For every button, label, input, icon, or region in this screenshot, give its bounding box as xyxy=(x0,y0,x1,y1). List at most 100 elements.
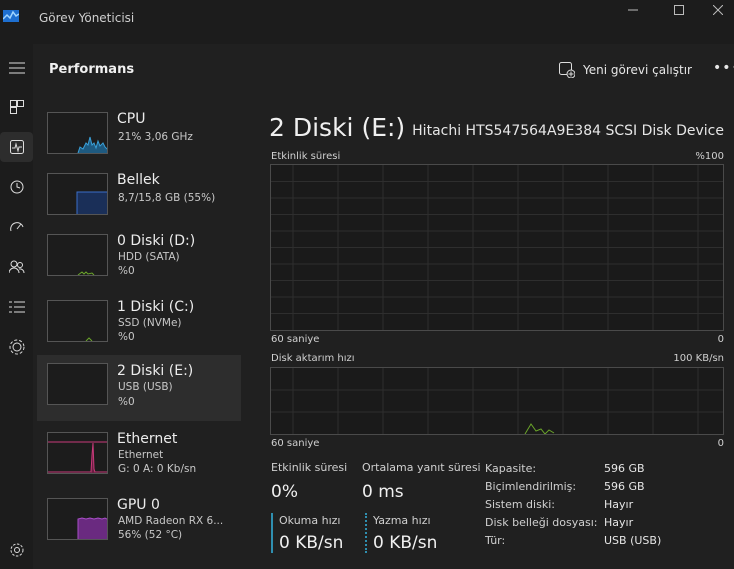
write-speed-indicator xyxy=(365,513,367,553)
maximize-icon xyxy=(674,5,684,15)
nav-details[interactable] xyxy=(0,292,33,322)
read-speed-value: 0 KB/sn xyxy=(279,533,344,553)
device-detail: 21% 3,06 GHz xyxy=(118,131,193,143)
new-task-icon xyxy=(559,62,575,78)
read-speed-label: Okuma hızı xyxy=(279,514,341,527)
app-title: Görev Yöneticisi xyxy=(39,11,135,25)
gpu-thumbnail-graph xyxy=(47,498,108,540)
device-item-memory[interactable]: Bellek 8,7/15,8 GB (55%) xyxy=(37,167,241,231)
device-usage: %0 xyxy=(118,265,135,277)
device-item-cpu[interactable]: CPU 21% 3,06 GHz xyxy=(37,106,241,170)
disk-detail-panel: 2 Diski (E:) Hitachi HTS547564A9E384 SCS… xyxy=(245,96,734,569)
device-usage: 56% (52 °C) xyxy=(118,529,183,541)
response-time-stat-label: Ortalama yanıt süresi xyxy=(362,461,481,474)
maximize-button[interactable] xyxy=(656,0,702,20)
menu-icon xyxy=(8,62,25,74)
device-usage: %0 xyxy=(118,331,135,343)
disk-title: 2 Diski (E:) xyxy=(269,113,406,142)
details-icon xyxy=(8,301,25,313)
navigation-rail xyxy=(0,40,33,569)
nav-services[interactable] xyxy=(0,332,33,362)
transfer-rate-graph-min: 0 xyxy=(717,438,724,449)
task-manager-app-icon xyxy=(3,10,19,22)
processes-icon xyxy=(9,100,24,114)
users-icon xyxy=(8,260,24,274)
page-file-label: Disk belleği dosyası: xyxy=(485,516,598,529)
type-value: USB (USB) xyxy=(604,534,662,547)
active-time-graph-time: 60 saniye xyxy=(271,334,320,345)
active-time-graph-max: %100 xyxy=(695,151,724,162)
disk-e-thumbnail-graph xyxy=(47,363,108,405)
nav-settings[interactable] xyxy=(0,535,33,565)
capacity-label: Kapasite: xyxy=(485,462,537,475)
disk-d-thumbnail-graph xyxy=(47,234,108,276)
page-file-value: Hayır xyxy=(604,516,634,529)
device-throughput: G: 0 A: 0 Kb/sn xyxy=(118,463,197,475)
active-time-stat-label: Etkinlik süresi xyxy=(271,461,348,474)
transfer-rate-graph-max: 100 KB/sn xyxy=(673,353,724,364)
nav-startup[interactable] xyxy=(0,212,33,242)
transfer-rate-graph-time: 60 saniye xyxy=(271,438,320,449)
device-detail: HDD (SATA) xyxy=(118,251,180,263)
response-time-stat-value: 0 ms xyxy=(362,482,404,502)
device-name: 2 Diski (E:) xyxy=(117,363,194,379)
nav-performance[interactable] xyxy=(0,132,33,162)
transfer-rate-graph-label: Disk aktarım hızı xyxy=(271,353,355,364)
startup-icon xyxy=(9,222,23,232)
page-header: Performans Yeni görevi çalıştır ••• xyxy=(33,44,734,96)
active-time-graph-label: Etkinlik süresi xyxy=(271,151,341,162)
nav-processes[interactable] xyxy=(0,92,33,122)
disk-c-thumbnail-graph xyxy=(47,300,108,342)
close-icon xyxy=(713,5,723,15)
disk-model: Hitachi HTS547564A9E384 SCSI Disk Device xyxy=(412,123,724,139)
app-history-icon xyxy=(10,180,23,194)
device-name: 1 Diski (C:) xyxy=(117,299,195,315)
active-time-stat-value: 0% xyxy=(271,482,298,502)
write-speed-label: Yazma hızı xyxy=(373,514,431,527)
device-detail: AMD Radeon RX 6... xyxy=(118,515,224,527)
run-new-task-button[interactable]: Yeni görevi çalıştır xyxy=(559,60,692,80)
device-name: Bellek xyxy=(117,172,160,188)
read-speed-indicator xyxy=(271,513,273,553)
device-item-gpu[interactable]: GPU 0 AMD Radeon RX 6... 56% (52 °C) xyxy=(37,492,241,556)
ethernet-thumbnail-graph xyxy=(47,432,108,474)
menu-button[interactable] xyxy=(0,53,33,83)
device-detail: Ethernet xyxy=(118,449,164,461)
device-detail: SSD (NVMe) xyxy=(118,317,182,329)
minimize-button[interactable] xyxy=(610,0,656,20)
run-new-task-label: Yeni görevi çalıştır xyxy=(583,63,692,77)
system-disk-label: Sistem diski: xyxy=(485,498,555,511)
transfer-rate-graph xyxy=(270,367,724,435)
device-item-ethernet[interactable]: Ethernet Ethernet G: 0 A: 0 Kb/sn xyxy=(37,426,241,490)
device-name: CPU xyxy=(117,111,146,127)
capacity-value: 596 GB xyxy=(604,462,645,475)
close-button[interactable] xyxy=(702,0,734,20)
formatted-value: 596 GB xyxy=(604,480,645,493)
settings-icon xyxy=(10,543,23,557)
active-time-graph xyxy=(270,164,724,331)
formatted-label: Biçimlendirilmiş: xyxy=(485,480,577,493)
device-name: GPU 0 xyxy=(117,497,160,513)
device-item-disk-e[interactable]: 2 Diski (E:) USB (USB) %0 xyxy=(37,355,241,421)
write-speed-value: 0 KB/sn xyxy=(373,533,438,553)
system-disk-value: Hayır xyxy=(604,498,634,511)
device-detail: USB (USB) xyxy=(118,381,173,393)
minimize-icon xyxy=(628,9,638,11)
active-time-graph-min: 0 xyxy=(717,334,724,345)
nav-users[interactable] xyxy=(0,252,33,282)
device-list: CPU 21% 3,06 GHz Bellek 8,7/15,8 GB (55%… xyxy=(33,96,245,569)
page-title: Performans xyxy=(49,62,135,77)
device-item-disk-d[interactable]: 0 Diski (D:) HDD (SATA) %0 xyxy=(37,228,241,292)
memory-thumbnail-graph xyxy=(47,173,108,215)
type-label: Tür: xyxy=(485,534,506,547)
more-options-button[interactable]: ••• xyxy=(713,60,734,76)
device-detail: 8,7/15,8 GB (55%) xyxy=(118,192,216,204)
device-item-disk-c[interactable]: 1 Diski (C:) SSD (NVMe) %0 xyxy=(37,294,241,358)
device-name: Ethernet xyxy=(117,431,178,447)
device-usage: %0 xyxy=(118,396,135,408)
services-icon xyxy=(9,339,24,355)
device-name: 0 Diski (D:) xyxy=(117,233,196,249)
nav-app-history[interactable] xyxy=(0,172,33,202)
title-bar: Görev Yöneticisi xyxy=(0,0,734,40)
cpu-thumbnail-graph xyxy=(47,112,108,154)
